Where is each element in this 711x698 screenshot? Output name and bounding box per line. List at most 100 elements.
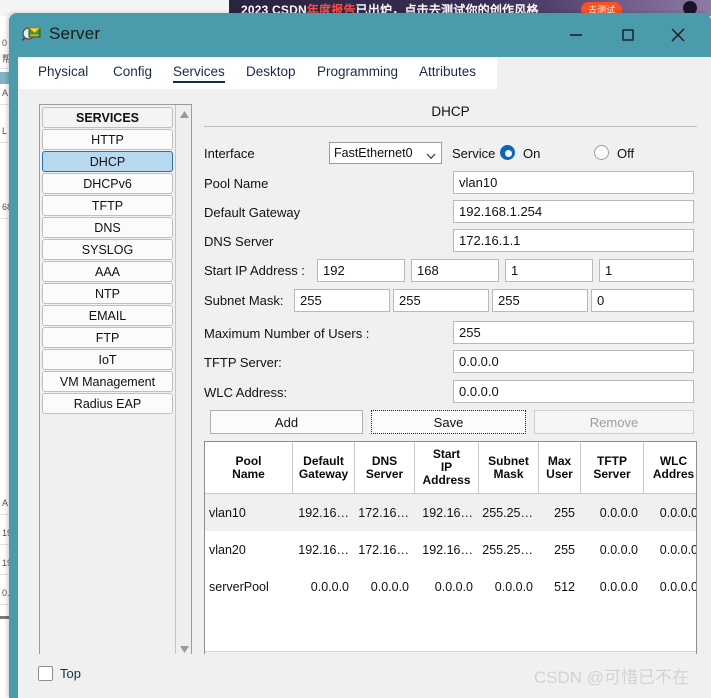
sidebar-item-dns[interactable]: DNS [42, 217, 173, 238]
table-cell: 255.25… [482, 542, 533, 557]
save-button[interactable]: Save [371, 410, 526, 434]
add-button[interactable]: Add [210, 410, 363, 434]
table-column-header[interactable]: TFTP Server [581, 442, 644, 493]
dhcp-config-pane: DHCP Interface FastEthernet0 Service On … [204, 104, 697, 666]
tab-label: Programming [317, 64, 399, 79]
sidebar-item-dhcp[interactable]: DHCP [42, 151, 173, 172]
sidebar-item-vm-management[interactable]: VM Management [42, 371, 173, 392]
start-ip-octet-3[interactable]: 1 [505, 259, 593, 282]
start-ip-label: Start IP Address : [204, 263, 305, 278]
table-column-header[interactable]: WLC Addres [644, 442, 696, 493]
table-column-header[interactable]: DNS Server [355, 442, 415, 493]
sidebar-item-email[interactable]: EMAIL [42, 305, 173, 326]
sidebar-item-label: Radius EAP [73, 396, 142, 411]
table-column-header[interactable]: Pool Name [205, 442, 293, 493]
default-gateway-label: Default Gateway [204, 205, 301, 220]
sidebar-item-label: DHCP [89, 154, 126, 169]
table-cell: 0.0.0.0 [599, 542, 638, 557]
footer-bar: Top CSDN @可惜已不在 [18, 654, 711, 698]
subnet-mask-octet-4[interactable]: 0 [591, 289, 694, 312]
sidebar-item-aaa[interactable]: AAA [42, 261, 173, 282]
dhcp-pools-table: Pool Name Default Gateway DNS Server Start … [204, 441, 697, 666]
start-ip-octet-4[interactable]: 1 [599, 259, 694, 282]
sidebar-item-http[interactable]: HTTP [42, 129, 173, 150]
tftp-server-label: TFTP Server: [204, 355, 282, 370]
subnet-mask-octet-1[interactable]: 255 [294, 289, 390, 312]
service-on-radio[interactable] [500, 145, 515, 160]
table-cell: 172.16… [358, 542, 409, 557]
table-row[interactable]: vlan20 192.16… 172.16… 192.16… 255.25… 255 0.0… [205, 531, 696, 568]
pool-name-input[interactable]: vlan10 [453, 171, 694, 194]
sidebar-item-label: EMAIL [88, 308, 127, 323]
sidebar-item-label: IoT [98, 352, 117, 367]
table-cell: serverPool [209, 579, 269, 594]
scroll-up-icon[interactable] [176, 106, 192, 122]
tab-physical[interactable]: Physical [38, 61, 88, 89]
tab-config[interactable]: Config [113, 61, 152, 89]
csdn-watermark: CSDN @可惜已不在 [533, 668, 689, 687]
sidebar-item-label: FTP [95, 330, 120, 345]
close-icon [668, 25, 688, 45]
max-users-input[interactable]: 255 [453, 321, 694, 344]
sidebar-item-label: VM Management [59, 374, 156, 389]
sidebar-item-syslog[interactable]: SYSLOG [42, 239, 173, 260]
tab-services[interactable]: Services [173, 61, 225, 89]
tab-label: Services [173, 64, 225, 79]
pool-name-label: Pool Name [204, 176, 269, 191]
sidebar-item-dhcpv6[interactable]: DHCPv6 [42, 173, 173, 194]
services-panel: SERVICES HTTP DHCP DHCPv6 TFTP DNS SYSLOG AAA N… [18, 89, 711, 698]
maximize-button[interactable] [605, 13, 651, 57]
wlc-address-input[interactable]: 0.0.0.0 [453, 380, 694, 403]
services-sidebar: SERVICES HTTP DHCP DHCPv6 TFTP DNS SYSLOG AAA N… [39, 104, 192, 659]
table-column-header[interactable]: Start IP Address [415, 442, 479, 493]
services-list: SERVICES HTTP DHCP DHCPv6 TFTP DNS SYSLOG AAA N… [40, 105, 175, 658]
service-off-radio[interactable] [594, 145, 609, 160]
sidebar-item-label: SYSLOG [81, 242, 134, 257]
subnet-mask-octet-2[interactable]: 255 [393, 289, 489, 312]
tab-label: Desktop [246, 64, 296, 79]
minimize-icon [568, 27, 584, 43]
table-cell: 0.0.0.0 [494, 579, 533, 594]
table-cell: vlan10 [209, 505, 246, 520]
table-body: vlan10 192.16… 172.16… 192.16… 255.25… 255 0.0… [205, 494, 696, 651]
tab-desktop[interactable]: Desktop [246, 61, 296, 89]
table-row[interactable]: vlan10 192.16… 172.16… 192.16… 255.25… 255 0.0… [205, 494, 696, 531]
server-magnifier-icon [21, 26, 42, 44]
table-cell: 0.0.0.0 [599, 505, 638, 520]
table-cell: 192.16… [422, 505, 473, 520]
start-ip-octet-1[interactable]: 192 [317, 259, 405, 282]
close-button[interactable] [655, 13, 701, 57]
table-row[interactable]: serverPool 0.0.0.0 0.0.0.0 0.0.0.0 0.0.0.0 51… [205, 568, 696, 605]
table-cell: 0.0.0.0 [659, 542, 697, 557]
table-column-header[interactable]: Default Gateway [293, 442, 355, 493]
service-off-label: Off [617, 146, 635, 161]
dns-server-input[interactable]: 172.16.1.1 [453, 229, 694, 252]
sidebar-item-tftp[interactable]: TFTP [42, 195, 173, 216]
window-titlebar: Server [9, 13, 711, 57]
sidebar-item-radius-eap[interactable]: Radius EAP [42, 393, 173, 414]
service-label: Service [452, 146, 496, 161]
sidebar-item-iot[interactable]: IoT [42, 349, 173, 370]
wlc-address-label: WLC Address: [204, 385, 288, 400]
table-column-header[interactable]: Max User [539, 442, 581, 493]
sidebar-item-label: NTP [95, 286, 120, 301]
sidebar-item-ftp[interactable]: FTP [42, 327, 173, 348]
table-cell: 0.0.0.0 [434, 579, 473, 594]
minimize-button[interactable] [553, 13, 599, 57]
top-checkbox[interactable] [38, 666, 53, 681]
start-ip-octet-2[interactable]: 168 [411, 259, 499, 282]
table-cell: 0.0.0.0 [659, 505, 697, 520]
services-scrollbar[interactable] [175, 105, 191, 658]
interface-select[interactable]: FastEthernet0 [329, 142, 442, 164]
sidebar-item-ntp[interactable]: NTP [42, 283, 173, 304]
table-column-header[interactable]: Subnet Mask [479, 442, 539, 493]
table-cell: 255 [554, 505, 575, 520]
tab-programming[interactable]: Programming [317, 61, 398, 89]
window-title: Server [49, 24, 101, 43]
tab-attributes[interactable]: Attributes [419, 61, 476, 89]
background-text-fragment: A [2, 88, 9, 98]
tftp-server-input[interactable]: 0.0.0.0 [453, 350, 694, 373]
background-text-fragment: 0 [2, 38, 8, 48]
subnet-mask-octet-3[interactable]: 255 [492, 289, 588, 312]
default-gateway-input[interactable]: 192.168.1.254 [453, 200, 694, 223]
